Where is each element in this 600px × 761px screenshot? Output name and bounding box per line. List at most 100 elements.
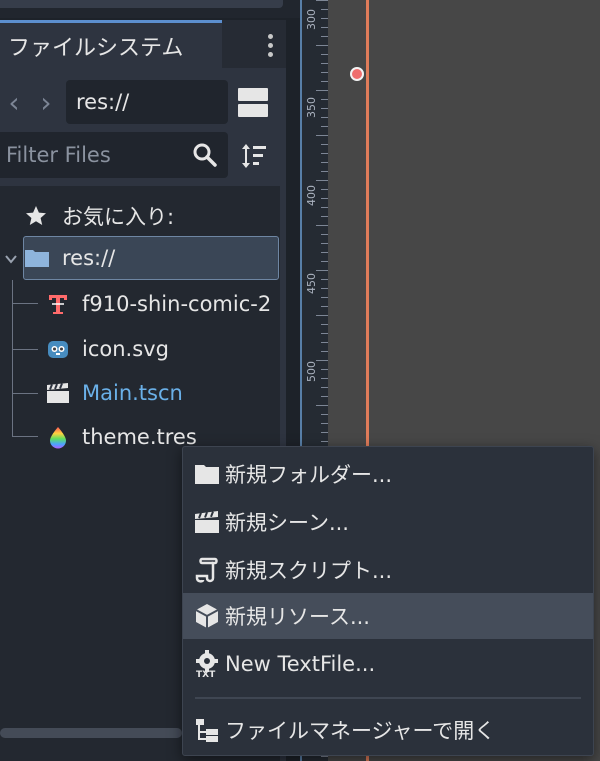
ruler-tick	[321, 306, 328, 307]
ruler-tick	[321, 441, 328, 442]
ruler-tick	[321, 252, 328, 253]
ruler-tick	[321, 108, 328, 109]
ruler-tick	[321, 243, 328, 244]
scene-clapper-icon	[195, 511, 219, 533]
tree-root-label: res://	[62, 246, 116, 270]
menu-item-label: 新規フォルダー...	[225, 463, 393, 487]
ruler-tick	[321, 144, 328, 145]
ruler-tick	[316, 90, 328, 91]
folder-icon	[195, 465, 219, 484]
menu-item-new-folder[interactable]: 新規フォルダー...	[183, 451, 593, 497]
file-row[interactable]: icon.svg	[0, 327, 280, 371]
sort-icon[interactable]	[240, 142, 268, 170]
file-label: theme.tres	[82, 425, 197, 449]
file-label: f910-shin-comic-2	[82, 292, 272, 316]
ruler-tick	[321, 36, 328, 37]
search-icon[interactable]	[192, 142, 218, 168]
ruler-tick	[321, 27, 328, 28]
ruler-tick	[321, 18, 328, 19]
ruler-tick	[316, 405, 328, 406]
ruler-tick	[321, 342, 328, 343]
tab-filesystem[interactable]: ファイルシステム	[0, 20, 222, 68]
ruler-tick	[316, 270, 328, 271]
scene-clapper-icon	[47, 383, 69, 403]
pivot-handle[interactable]	[350, 67, 364, 81]
file-label: icon.svg	[82, 337, 169, 361]
ruler-label: 300	[305, 9, 318, 30]
ruler-tick	[321, 369, 328, 370]
menu-item-new-scene[interactable]: 新規シーン...	[183, 499, 593, 545]
path-field[interactable]: res://	[66, 80, 228, 124]
ruler-tick	[321, 216, 328, 217]
context-menu: 新規フォルダー... 新規シーン... 新規スクリプト... 新規リソース...	[182, 446, 594, 756]
back-arrow-icon[interactable]: ‹	[4, 86, 24, 119]
resource-cube-icon	[195, 604, 219, 628]
ruler-tick	[321, 378, 328, 379]
ruler-label: 450	[305, 273, 318, 294]
ruler-tick	[321, 9, 328, 10]
menu-item-label: 新規シーン...	[225, 511, 349, 535]
font-file-icon	[49, 295, 67, 314]
menu-item-label: 新規リソース...	[225, 605, 370, 629]
filesystem-tree-icon	[196, 719, 218, 742]
ruler-tick	[321, 171, 328, 172]
ruler-tick	[321, 117, 328, 118]
path-text: res://	[76, 90, 130, 114]
favorites-row[interactable]: お気に入り:	[0, 194, 280, 238]
ruler-tick	[321, 153, 328, 154]
folder-icon	[25, 250, 49, 267]
file-label: Main.tscn	[82, 381, 183, 405]
menu-item-open-in-file-manager[interactable]: ファイルマネージャーで開く	[183, 707, 593, 753]
menu-item-new-script[interactable]: 新規スクリプト...	[183, 547, 593, 593]
top-panel-edge	[0, 0, 283, 8]
dock-menu-kebab-icon[interactable]	[258, 28, 282, 62]
theme-drop-icon	[50, 427, 66, 449]
ruler-tick	[316, 0, 328, 1]
ruler-tick	[321, 207, 328, 208]
ruler-label: 500	[305, 361, 318, 382]
ruler-tick	[316, 45, 328, 46]
ruler-tick	[321, 162, 328, 163]
ruler-tick	[321, 333, 328, 334]
forward-arrow-icon[interactable]: ›	[36, 86, 56, 119]
ruler-tick	[321, 432, 328, 433]
menu-item-new-textfile[interactable]: TXT New TextFile...	[183, 641, 593, 687]
ruler-tick	[321, 351, 328, 352]
ruler-tick	[316, 315, 328, 316]
horizontal-scrollbar[interactable]	[0, 728, 182, 738]
ruler-tick	[321, 198, 328, 199]
favorites-label: お気に入り:	[62, 205, 175, 229]
ruler-tick	[321, 126, 328, 127]
ruler-tick	[321, 288, 328, 289]
file-row[interactable]: Main.tscn	[0, 371, 280, 415]
ruler-tick	[321, 54, 328, 55]
star-icon	[26, 206, 46, 225]
tab-filesystem-label: ファイルシステム	[8, 35, 184, 61]
ruler-tick	[321, 423, 328, 424]
ruler-tick	[321, 234, 328, 235]
ruler-tick	[316, 180, 328, 181]
ruler-tick	[321, 279, 328, 280]
script-icon	[195, 557, 218, 583]
ruler-tick	[316, 225, 328, 226]
ruler-tick	[321, 63, 328, 64]
menu-separator	[195, 697, 581, 699]
ruler-tick	[321, 387, 328, 388]
tree-root-row[interactable]: res://	[0, 236, 280, 280]
ruler-tick	[321, 99, 328, 100]
svg-text:TXT: TXT	[196, 670, 216, 678]
top-strip	[0, 0, 300, 18]
split-layout-toggle-icon[interactable]	[238, 86, 270, 118]
menu-item-label: New TextFile...	[225, 652, 376, 676]
menu-item-label: 新規スクリプト...	[225, 559, 393, 583]
ruler-tick	[321, 72, 328, 73]
ruler-tick	[321, 324, 328, 325]
menu-item-new-resource[interactable]: 新規リソース...	[183, 593, 593, 639]
ruler-tick	[321, 81, 328, 82]
ruler-tick	[316, 135, 328, 136]
filter-placeholder: Filter Files	[6, 143, 111, 167]
godot-icon	[48, 341, 68, 358]
file-row[interactable]: f910-shin-comic-2	[0, 282, 280, 326]
ruler-tick	[316, 360, 328, 361]
ruler-tick	[321, 396, 328, 397]
